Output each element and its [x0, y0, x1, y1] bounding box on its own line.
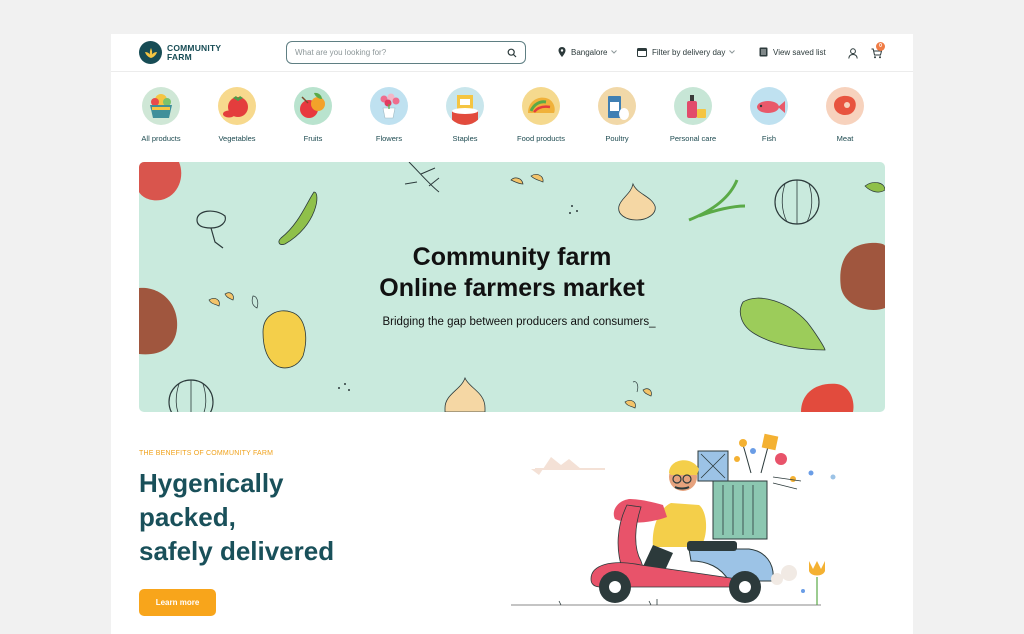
category-food-products[interactable]: Food products [506, 87, 576, 143]
hero-banner: Community farm Online farmers market Bri… [139, 162, 885, 412]
page: COMMUNITY FARM Bangalore [111, 34, 913, 634]
category-personal-care[interactable]: Personal care [658, 87, 728, 143]
category-poultry[interactable]: Poultry [582, 87, 652, 143]
tomato-icon [218, 87, 256, 125]
category-bar: All products Vegetables Fruits Flowers S… [126, 87, 899, 149]
search-input[interactable] [295, 48, 507, 57]
search-bar[interactable] [286, 41, 526, 64]
fruit-icon [294, 87, 332, 125]
category-flowers[interactable]: Flowers [354, 87, 424, 143]
saved-list-link[interactable]: View saved list [759, 47, 826, 57]
delivery-scooter-illustration [511, 433, 836, 606]
saved-list-label: View saved list [773, 47, 826, 57]
category-all-products[interactable]: All products [126, 87, 196, 143]
benefits-headline: Hygenically packed, safely delivered [139, 468, 335, 566]
category-staples[interactable]: Staples [430, 87, 500, 143]
cart-count-badge: 0 [876, 42, 885, 51]
location-selector[interactable]: Bangalore [558, 47, 618, 57]
account-button[interactable] [848, 46, 858, 64]
header: COMMUNITY FARM Bangalore [111, 34, 913, 72]
chevron-down-icon [729, 50, 736, 54]
delivery-day-filter[interactable]: Filter by delivery day [637, 47, 736, 57]
leaf-logo-icon [139, 41, 162, 64]
benefits-eyebrow: THE BENEFITS OF COMMUNITY FARM [139, 450, 274, 457]
category-meat[interactable]: Meat [810, 87, 880, 143]
fish-icon [750, 87, 788, 125]
category-fish[interactable]: Fish [734, 87, 804, 143]
location-label: Bangalore [571, 47, 608, 57]
chevron-down-icon [611, 50, 618, 54]
meat-icon [826, 87, 864, 125]
brand-name: COMMUNITY FARM [167, 42, 222, 62]
category-fruits[interactable]: Fruits [278, 87, 348, 143]
basket-icon [142, 87, 180, 125]
list-icon [759, 47, 768, 57]
location-pin-icon [558, 47, 566, 57]
flower-icon [370, 87, 408, 125]
flour-bag-icon [446, 87, 484, 125]
cart-button[interactable]: 0 [871, 42, 885, 64]
user-icon [848, 48, 858, 59]
hero-title: Community farm Online farmers market [379, 243, 645, 302]
taco-icon [522, 87, 560, 125]
calendar-icon [637, 48, 647, 57]
learn-more-button[interactable]: Learn more [139, 589, 216, 616]
filter-label: Filter by delivery day [652, 47, 726, 57]
search-icon[interactable] [507, 48, 517, 58]
logo[interactable]: COMMUNITY FARM [139, 41, 221, 64]
milk-icon [598, 87, 636, 125]
bottle-icon [674, 87, 712, 125]
hero-subtitle: Bridging the gap between producers and c… [382, 316, 656, 328]
category-vegetables[interactable]: Vegetables [202, 87, 272, 143]
